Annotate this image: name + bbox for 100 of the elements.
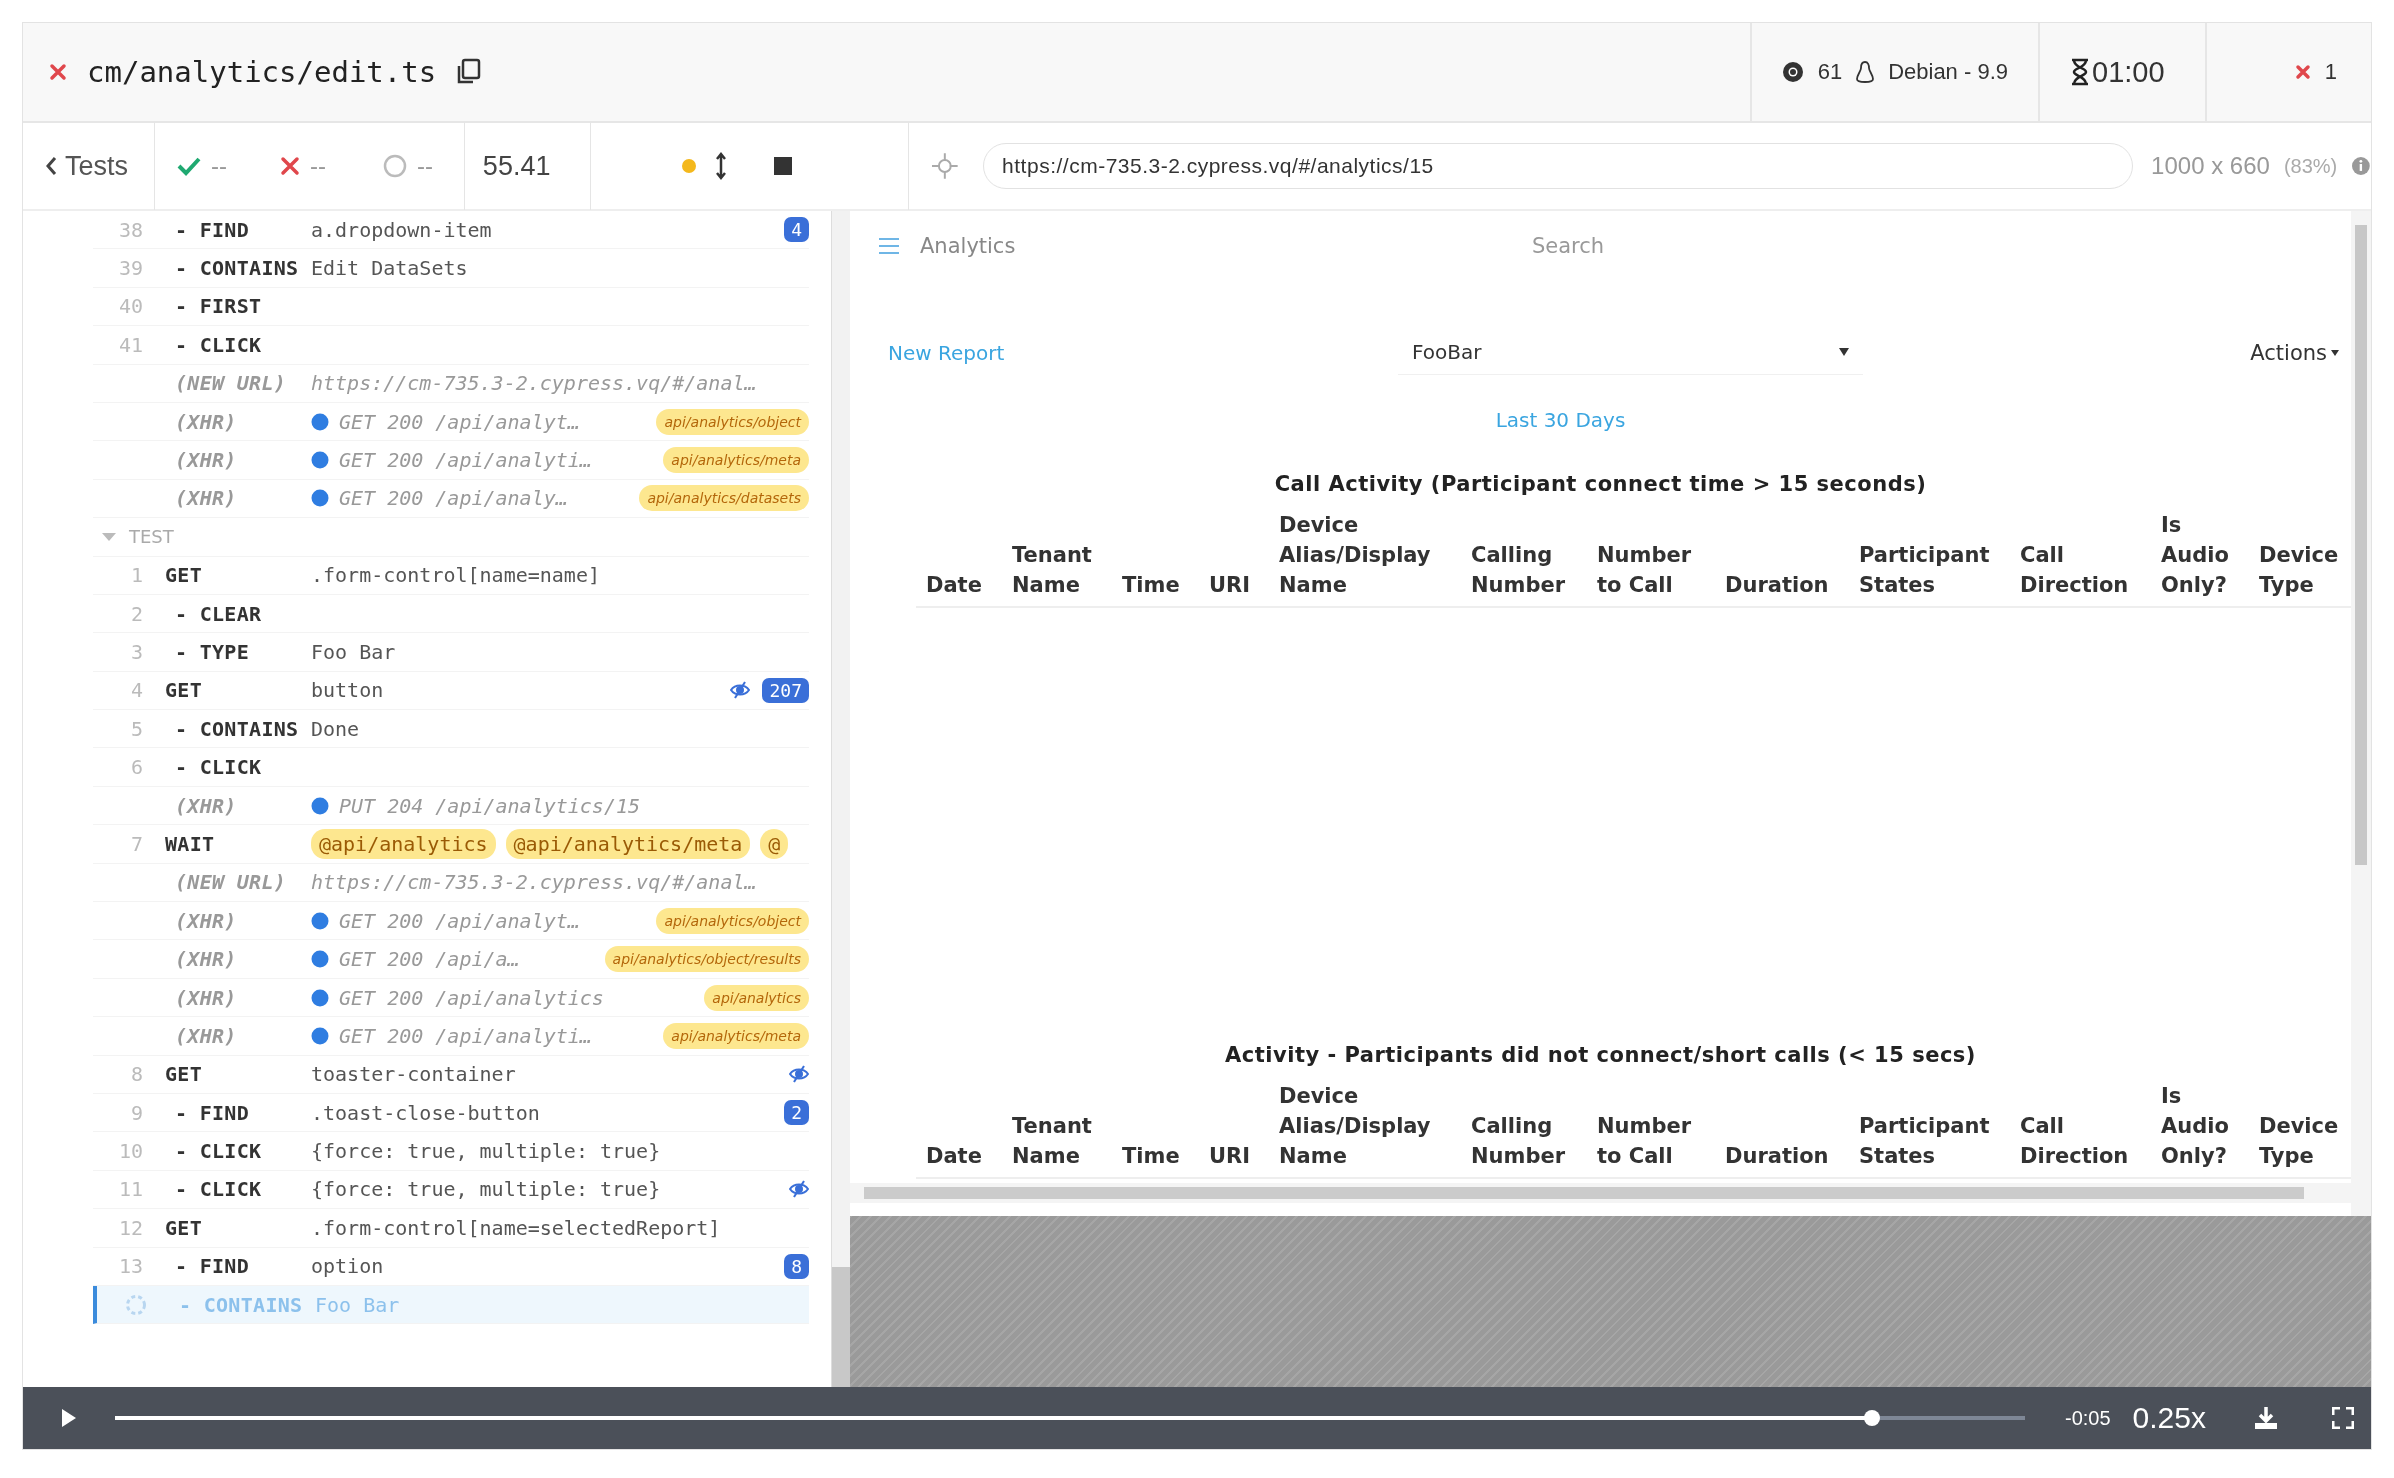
command-row[interactable]: 1 GET .form-control[name=name] bbox=[93, 556, 809, 595]
column-header: Time bbox=[1121, 1143, 1181, 1170]
viewport-scale: (83%) bbox=[2283, 154, 2338, 178]
command-name: - FIND bbox=[174, 1100, 251, 1125]
download-icon bbox=[2254, 1406, 2278, 1430]
chevron-left-icon bbox=[45, 156, 57, 176]
caret-icon bbox=[1839, 348, 1849, 356]
progress-handle[interactable] bbox=[1864, 1410, 1881, 1426]
hourglass-icon bbox=[2070, 58, 2090, 86]
command-name: GET bbox=[165, 563, 204, 588]
event-name: (XHR) bbox=[174, 947, 238, 972]
element-count-badge: 207 bbox=[762, 677, 809, 703]
command-message: Foo Bar bbox=[311, 640, 396, 664]
command-row[interactable]: 11 - CLICK {force: true, multiple: true} bbox=[93, 1170, 809, 1210]
command-message: .form-control[name=name] bbox=[311, 563, 600, 588]
scrollbar-thumb[interactable] bbox=[2355, 225, 2367, 865]
event-name: (XHR) bbox=[174, 448, 238, 473]
event-message: GET 200 /api/analyti… bbox=[339, 448, 592, 473]
event-row[interactable]: (XHR) GET 200 /api/analy… api/analytics/datasets bbox=[93, 479, 809, 519]
scrollbar-thumb[interactable] bbox=[864, 1187, 2304, 1199]
column-header: Call Direction bbox=[2019, 1113, 2130, 1170]
command-row[interactable]: 41 - CLICK bbox=[93, 326, 809, 365]
copy-icon[interactable] bbox=[456, 58, 483, 86]
event-row[interactable]: (XHR) GET 200 /api/analyti… api/analytics/meta bbox=[93, 1017, 809, 1056]
caret-icon[interactable] bbox=[101, 531, 117, 542]
spinner-icon bbox=[125, 1293, 147, 1316]
command-message: a.dropdown-item bbox=[311, 217, 492, 242]
eye-slash-icon bbox=[730, 681, 751, 700]
alias-tag: api/analytics/datasets bbox=[639, 485, 809, 512]
line-number: 9 bbox=[130, 1100, 143, 1125]
scrollbar[interactable] bbox=[2351, 211, 2371, 1216]
spec-path: cm/analytics/edit.ts bbox=[87, 55, 437, 89]
time-remaining: -0:05 bbox=[2065, 1406, 2111, 1430]
failed-tests-count: -- bbox=[309, 152, 326, 180]
xhr-dot-icon bbox=[311, 988, 329, 1007]
command-row[interactable]: 2 - CLEAR bbox=[93, 594, 809, 634]
alias-tag: @api/analytics bbox=[311, 828, 496, 859]
alias-tag: api/analytics bbox=[704, 984, 809, 1011]
column-header: Date bbox=[925, 572, 983, 599]
browser-icon bbox=[1781, 61, 1804, 83]
info-icon[interactable] bbox=[2351, 156, 2371, 176]
column-header: Duration bbox=[1724, 1143, 1830, 1170]
stop-icon[interactable] bbox=[773, 156, 794, 176]
circle-icon bbox=[382, 154, 407, 178]
command-name: - CLICK bbox=[174, 1177, 263, 1202]
line-number: 7 bbox=[130, 831, 143, 856]
search-field[interactable]: Search bbox=[1530, 233, 1784, 259]
event-row[interactable]: (XHR) GET 200 /api/analytics api/analytics bbox=[93, 978, 809, 1018]
event-row[interactable]: (XHR) GET 200 /api/a… api/analytics/object/results bbox=[93, 940, 809, 979]
command-name: - FIND bbox=[174, 217, 251, 242]
event-row[interactable]: (XHR) GET 200 /api/analyt… api/analytics/object bbox=[93, 402, 809, 442]
command-row[interactable]: 8 GET toaster-container bbox=[93, 1055, 809, 1094]
column-header: Is Audio Only? bbox=[2160, 1083, 2230, 1170]
command-row[interactable]: 6 - CLICK bbox=[93, 748, 809, 787]
playback-speed[interactable]: 0.25x bbox=[2132, 1401, 2206, 1435]
run-duration: 01:00 bbox=[2092, 55, 2165, 89]
line-number: 1 bbox=[130, 563, 143, 588]
event-row[interactable]: (XHR) GET 200 /api/analyt… api/analytics/object bbox=[93, 902, 809, 941]
alias-tag: api/analytics/object/results bbox=[604, 946, 809, 973]
tests-back-button[interactable]: Tests bbox=[23, 150, 155, 182]
report-select[interactable]: FooBar bbox=[1398, 330, 1863, 375]
alias-tag: api/analytics/object bbox=[656, 907, 809, 934]
vertical-arrow-icon[interactable] bbox=[715, 152, 728, 180]
command-row[interactable]: 7 WAIT @api/analytics @api/analytics/meta @ bbox=[93, 825, 809, 864]
failed-count: 1 bbox=[2324, 59, 2337, 85]
menu-icon[interactable] bbox=[878, 237, 900, 255]
column-header: Call Direction bbox=[2019, 542, 2130, 599]
crosshair-icon[interactable] bbox=[931, 152, 960, 180]
event-row[interactable]: (XHR) GET 200 /api/analyti… api/analytics/meta bbox=[93, 441, 809, 480]
table-title: Activity - Participants did not connect/short calls (< 15 secs) bbox=[1224, 1043, 1977, 1067]
command-message: .toast-close-button bbox=[311, 1100, 540, 1125]
command-row[interactable]: 3 - TYPE Foo Bar bbox=[93, 633, 809, 672]
xhr-dot-icon bbox=[311, 1026, 329, 1045]
command-row[interactable]: 39 - CONTAINS Edit DataSets bbox=[93, 249, 809, 288]
column-header: Date bbox=[925, 1143, 983, 1170]
eye-slash-icon bbox=[789, 1065, 809, 1084]
line-number: 4 bbox=[130, 678, 143, 703]
command-row[interactable]: 5 - CONTAINS Done bbox=[93, 710, 809, 749]
command-row[interactable]: 12 GET .form-control[name=selectedReport] bbox=[93, 1209, 809, 1248]
event-name: (XHR) bbox=[174, 1023, 238, 1048]
command-row[interactable]: 10 - CLICK {force: true, multiple: true} bbox=[93, 1132, 809, 1171]
pending-count: -- bbox=[416, 152, 433, 180]
penguin-icon bbox=[1856, 61, 1875, 83]
event-name: (XHR) bbox=[174, 486, 238, 511]
command-row[interactable]: 4 GET button 207 bbox=[93, 671, 809, 711]
command-message: option bbox=[311, 1254, 384, 1279]
xhr-dot-icon bbox=[311, 412, 329, 431]
command-row[interactable]: 13 - FIND option 8 bbox=[93, 1247, 809, 1286]
column-header: Tenant Name bbox=[1011, 542, 1093, 599]
scrollbar[interactable] bbox=[832, 211, 850, 1387]
actions-dropdown[interactable]: Actions bbox=[2244, 339, 2345, 366]
element-count-badge: 8 bbox=[784, 1253, 809, 1279]
command-row[interactable]: 40 - FIRST bbox=[93, 287, 809, 327]
scrollbar-thumb[interactable] bbox=[832, 1267, 850, 1387]
command-row[interactable]: 9 - FIND .toast-close-button 2 bbox=[93, 1094, 809, 1133]
event-message: GET 200 /api/analytics bbox=[339, 985, 604, 1010]
column-header: Is Audio Only? bbox=[2160, 512, 2230, 599]
xhr-dot-icon bbox=[311, 911, 329, 930]
alias-tag: @ bbox=[760, 828, 789, 859]
command-row[interactable]: 38 - FIND a.dropdown-item 4 bbox=[93, 211, 809, 250]
